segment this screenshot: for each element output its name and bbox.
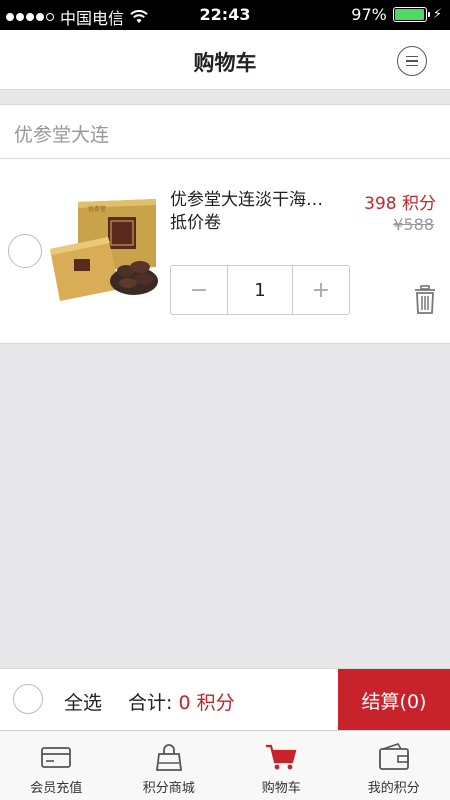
- tab-member-recharge[interactable]: 会员充值: [0, 731, 113, 800]
- bag-icon: [155, 744, 182, 771]
- quantity-stepper: − 1 +: [170, 265, 350, 315]
- checkout-bar: 全选 合计: 0 积分 结算(0): [0, 668, 450, 731]
- wallet-icon: [378, 743, 409, 770]
- product-image[interactable]: 优参堂: [48, 197, 160, 307]
- shop-header: 优参堂大连: [0, 104, 450, 159]
- tab-label: 购物车: [261, 781, 301, 796]
- product-price: 398 积分: [364, 194, 436, 214]
- battery-fill: [394, 9, 424, 20]
- tab-label: 我的积分: [367, 781, 420, 796]
- decrease-button[interactable]: −: [171, 266, 227, 314]
- svg-text:优参堂: 优参堂: [88, 205, 106, 213]
- card-icon: [41, 747, 72, 768]
- checkout-button[interactable]: 结算(0): [338, 669, 450, 731]
- shop-name: 优参堂大连: [14, 124, 110, 146]
- product-title-line1: 优参堂大连淡干海…: [170, 190, 323, 210]
- select-all-label[interactable]: 全选: [64, 688, 102, 715]
- tab-cart[interactable]: 购物车: [225, 731, 338, 800]
- total-summary: 合计: 0 积分: [128, 688, 235, 715]
- page-title: 购物车: [193, 51, 257, 75]
- increase-button[interactable]: +: [293, 266, 349, 314]
- select-all-checkbox[interactable]: [13, 684, 43, 714]
- tab-bar: 会员充值 积分商城 购物车 我的积分: [0, 730, 450, 800]
- battery-icon: [392, 7, 430, 22]
- trash-icon[interactable]: [414, 285, 436, 315]
- quantity-value[interactable]: 1: [227, 266, 293, 314]
- nav-bar: 购物车: [0, 30, 450, 90]
- total-label: 合计:: [128, 692, 179, 714]
- item-select-checkbox[interactable]: [8, 234, 42, 268]
- menu-circle-icon[interactable]: [397, 46, 427, 76]
- tab-my-points[interactable]: 我的积分: [338, 731, 450, 800]
- product-title-line2: 抵价卷: [170, 213, 221, 233]
- status-bar: 中国电信 22:43 97% ⚡: [0, 0, 450, 30]
- charging-icon: ⚡: [432, 7, 442, 22]
- cart-icon: [266, 744, 297, 770]
- tab-label: 积分商城: [142, 781, 195, 796]
- battery-percent: 97%: [351, 5, 387, 24]
- status-right: 97% ⚡: [351, 5, 442, 24]
- tab-points-mall[interactable]: 积分商城: [113, 731, 226, 800]
- product-original-price: ¥588: [393, 215, 434, 234]
- product-title[interactable]: 优参堂大连淡干海… 抵价卷: [170, 189, 350, 235]
- total-value: 0 积分: [178, 692, 235, 714]
- tab-label: 会员充值: [30, 781, 83, 796]
- cart-item: 优参堂 优参堂大连淡干海… 抵价卷 398 积分 ¥588 − 1 +: [0, 159, 450, 344]
